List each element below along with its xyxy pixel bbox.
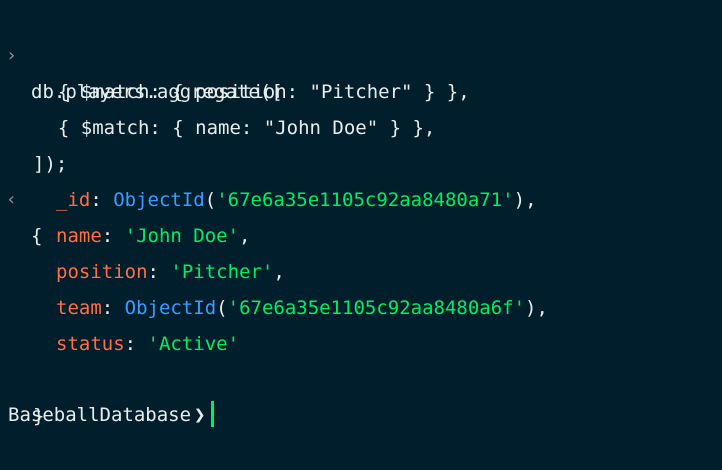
field-key: name <box>56 225 102 247</box>
field-key: team <box>56 297 102 319</box>
output-field-team: team: ObjectId('67e6a35e1105c92aa8480a6f… <box>56 297 548 319</box>
objectid-function: ObjectId <box>124 297 217 319</box>
text-cursor[interactable] <box>211 400 215 427</box>
output-open-brace: { <box>31 225 43 247</box>
chevron-right-icon: ❯ <box>194 404 206 426</box>
command-text: { $match: { position: "Pitcher" } }, <box>35 81 470 103</box>
output-field-id: _id: ObjectId('67e6a35e1105c92aa8480a71'… <box>56 189 537 211</box>
chevron-left-icon: ‹ <box>6 189 17 210</box>
field-value: 'Active' <box>147 333 240 355</box>
field-key: status <box>56 333 125 355</box>
output-close-line: } <box>0 362 46 427</box>
output-field-status: status: 'Active' <box>56 333 240 355</box>
shell-prompt[interactable]: BaseballDatabase ❯ <box>8 397 215 433</box>
field-key: position <box>56 261 148 283</box>
output-field-position: position: 'Pitcher', <box>56 261 285 283</box>
database-name: BaseballDatabase <box>8 404 192 426</box>
output-field-name: name: 'John Doe', <box>56 225 251 247</box>
field-key: _id <box>56 189 91 211</box>
field-value: 'John Doe' <box>124 225 240 247</box>
output-open-line: ‹ { <box>0 146 46 247</box>
input-line-2: { $match: { position: "Pitcher" } }, <box>0 38 470 103</box>
field-value: 'Pitcher' <box>170 261 274 283</box>
input-line-3: { $match: { name: "John Doe" } }, <box>0 74 436 139</box>
field-value: '67e6a35e1105c92aa8480a6f' <box>227 297 526 319</box>
input-line-4: ]); <box>0 110 67 175</box>
command-text: { $match: { name: "John Doe" } }, <box>35 117 436 139</box>
objectid-function: ObjectId <box>113 189 205 211</box>
input-line-1: › db.players.aggregate([ <box>0 2 283 103</box>
mongo-shell[interactable]: › db.players.aggregate([ { $match: { pos… <box>0 0 722 445</box>
field-value: '67e6a35e1105c92aa8480a71' <box>216 189 514 211</box>
